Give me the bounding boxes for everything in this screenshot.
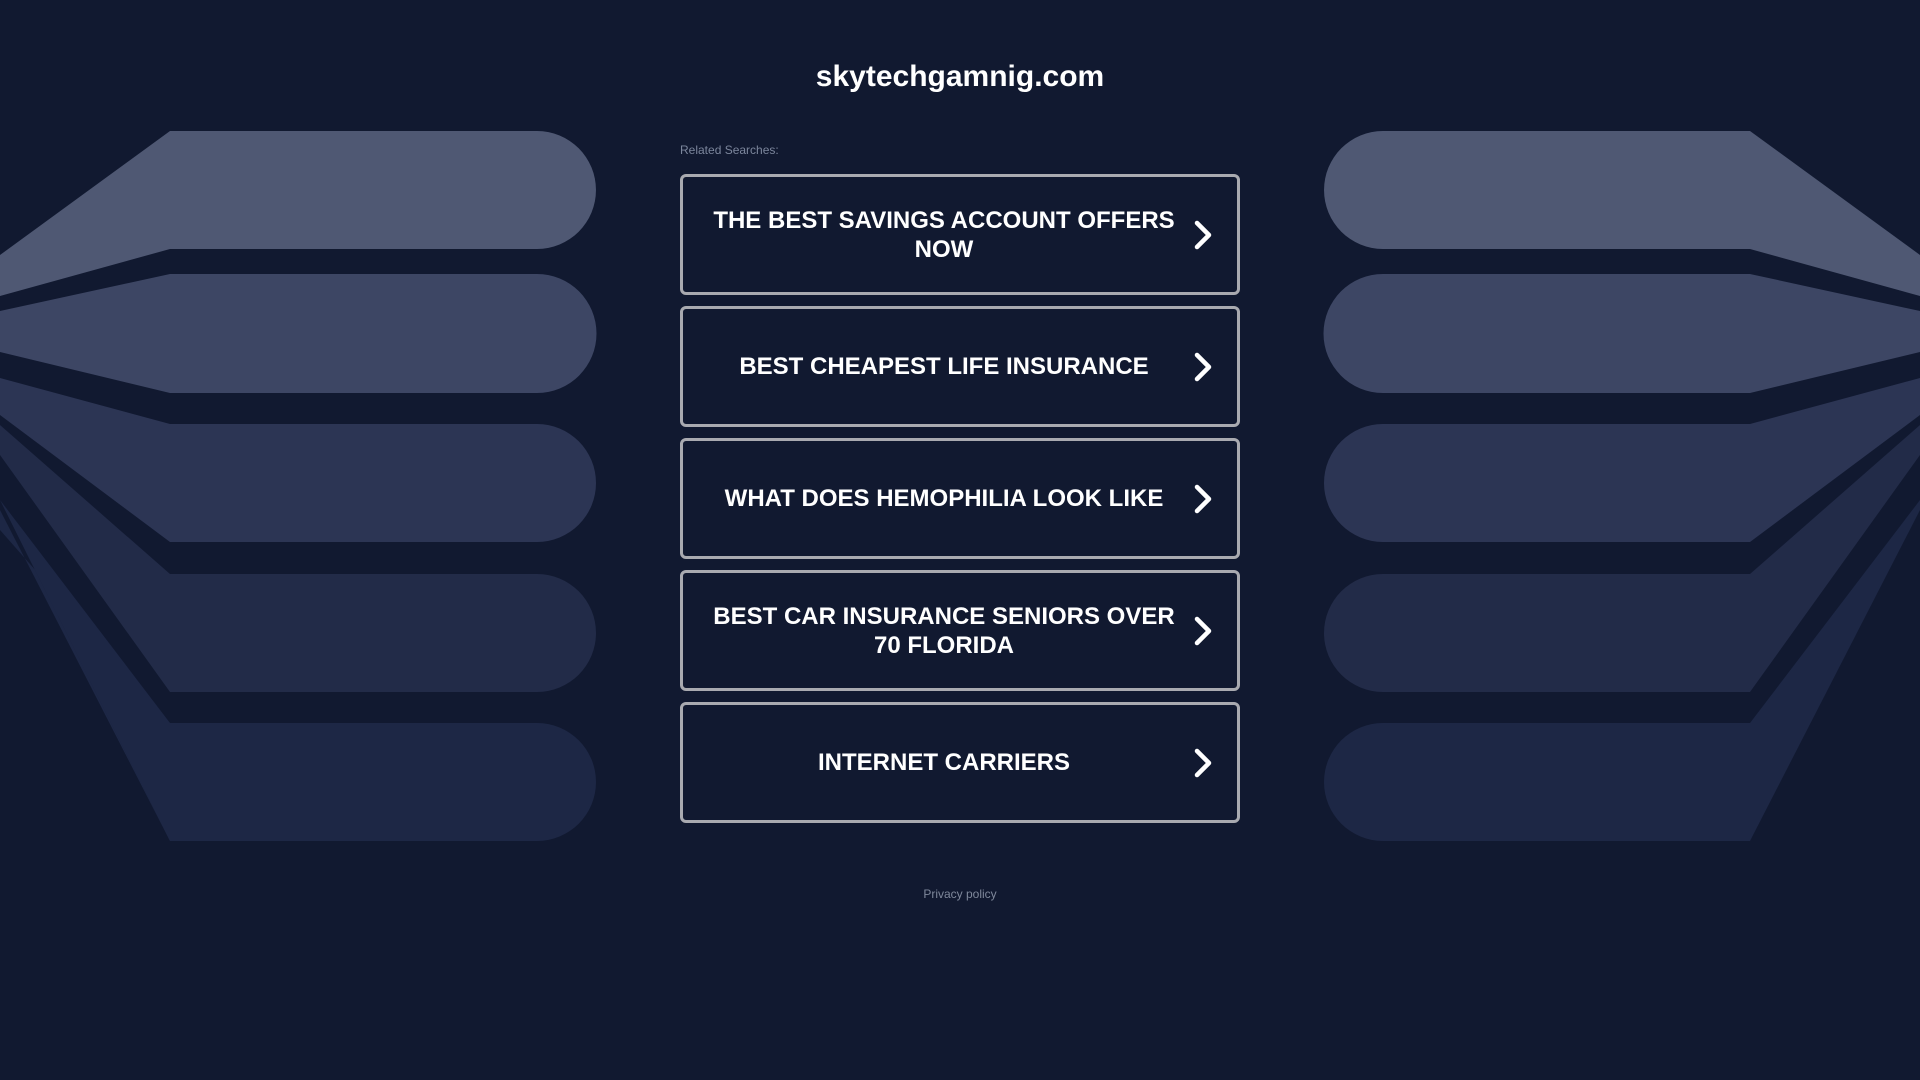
related-searches-heading: Related Searches:: [680, 143, 779, 157]
related-search-link[interactable]: THE BEST SAVINGS ACCOUNT OFFERS NOW: [680, 174, 1240, 295]
left-band-2: [0, 274, 597, 393]
related-search-link[interactable]: BEST CHEAPEST LIFE INSURANCE: [680, 306, 1240, 427]
privacy-policy-link[interactable]: Privacy policy: [923, 887, 996, 901]
related-search-link[interactable]: BEST CAR INSURANCE SENIORS OVER 70 FLORI…: [680, 570, 1240, 691]
chevron-right-icon: [1194, 616, 1212, 645]
right-band-1: [1324, 131, 1920, 296]
related-search-label: THE BEST SAVINGS ACCOUNT OFFERS NOW: [713, 206, 1175, 263]
left-band-1: [0, 131, 596, 296]
related-search-label: BEST CHEAPEST LIFE INSURANCE: [739, 353, 1149, 380]
chevron-right-icon: [1194, 220, 1212, 249]
chevron-right-icon: [1194, 748, 1212, 777]
right-band-2: [1323, 274, 1920, 393]
related-search-link[interactable]: INTERNET CARRIERS: [680, 702, 1240, 823]
related-search-label: WHAT DOES HEMOPHILIA LOOK LIKE: [724, 485, 1164, 512]
chevron-right-icon: [1194, 484, 1212, 513]
related-search-link[interactable]: WHAT DOES HEMOPHILIA LOOK LIKE: [680, 438, 1240, 559]
chevron-right-icon: [1194, 352, 1212, 381]
footer: Privacy policy: [0, 885, 1920, 903]
related-searches-list: THE BEST SAVINGS ACCOUNT OFFERS NOW BEST…: [680, 174, 1240, 834]
domain-title: skytechgamnig.com: [815, 60, 1105, 93]
page: skytechgamnig.com Related Searches: THE …: [0, 0, 1920, 1080]
related-search-label: INTERNET CARRIERS: [817, 749, 1070, 776]
related-search-label: BEST CAR INSURANCE SENIORS OVER 70 FLORI…: [713, 602, 1175, 659]
